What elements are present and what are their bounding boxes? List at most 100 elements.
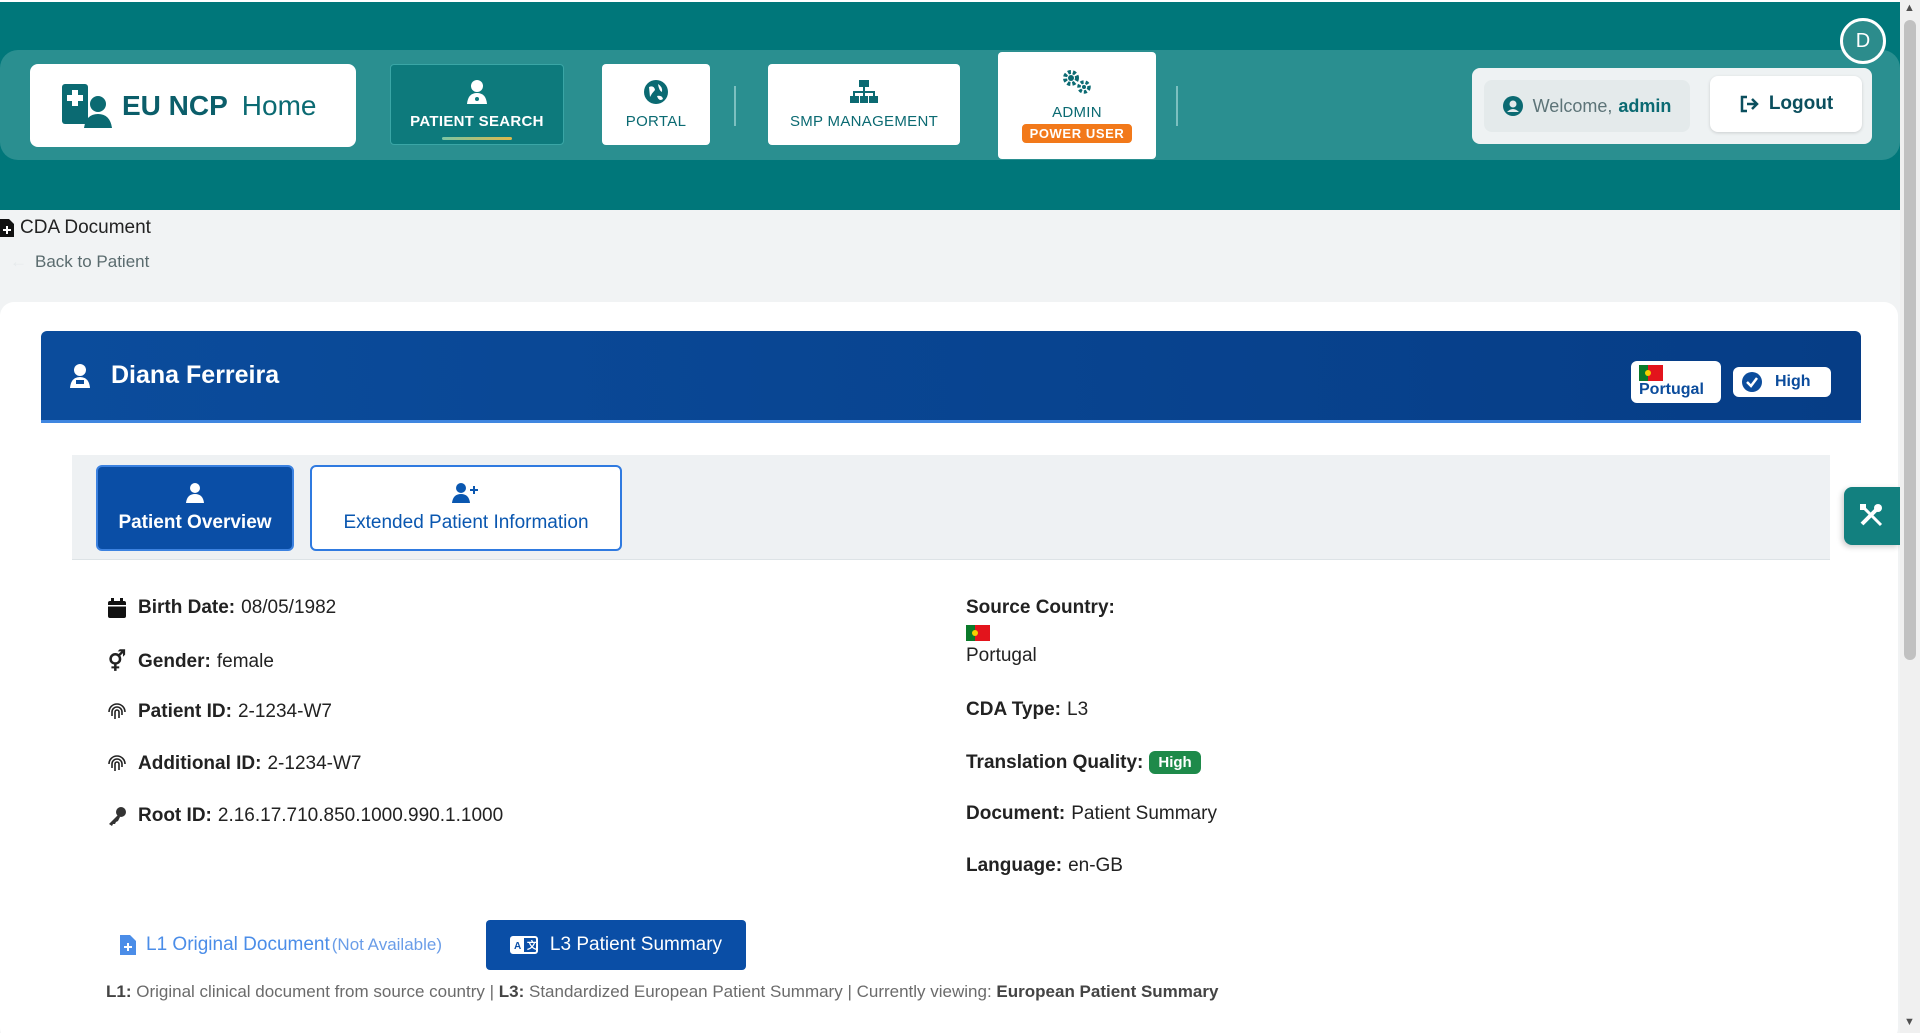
translation-quality-label: Translation Quality:	[966, 751, 1144, 773]
additional-id-value: 2-1234-W7	[267, 753, 362, 774]
brand-home-link[interactable]: EU NCP Home	[30, 64, 356, 147]
page-scrollbar[interactable]: ▲ ▼	[1900, 0, 1920, 1033]
portugal-flag-icon	[1639, 365, 1663, 381]
document-row: Document: Patient Summary	[966, 803, 1217, 825]
document-label: Document:	[966, 803, 1066, 824]
user-panel: Welcome, admin Logout	[1472, 68, 1872, 144]
birth-date-row: Birth Date: 08/05/1982	[104, 597, 336, 619]
hospital-user-icon	[62, 83, 112, 128]
gender-label: Gender:	[138, 650, 211, 672]
root-id-label: Root ID:	[138, 805, 212, 826]
tab-extended-label: Extended Patient Information	[343, 512, 589, 533]
source-country-value: Portugal	[966, 645, 1037, 666]
nav-divider	[734, 86, 736, 126]
country-badge: Portugal	[1631, 361, 1721, 403]
nav-portal[interactable]: PORTAL	[602, 64, 710, 145]
tab-patient-overview[interactable]: Patient Overview	[96, 465, 294, 551]
welcome-prefix: Welcome,	[1532, 95, 1613, 116]
patient-tabs: Patient Overview Extended Patient Inform…	[72, 455, 1830, 560]
scrollbar-thumb[interactable]	[1904, 20, 1916, 660]
avatar[interactable]: D	[1840, 18, 1886, 64]
file-medical-icon	[120, 935, 136, 955]
top-header: EU NCP Home PATIENT SEARCH PORTAL SMP MA…	[0, 0, 1900, 210]
sitemap-icon	[850, 80, 878, 103]
nav-portal-label: PORTAL	[625, 113, 687, 130]
patient-id-value: 2-1234-W7	[237, 701, 332, 722]
cda-type-label: CDA Type:	[966, 699, 1061, 720]
power-user-badge: POWER USER	[1020, 122, 1134, 144]
nav-smp-management[interactable]: SMP MANAGEMENT	[768, 64, 960, 145]
tab-patient-overview-label: Patient Overview	[118, 512, 272, 533]
language-value: en-GB	[1068, 855, 1123, 876]
tools-button[interactable]	[1844, 487, 1900, 545]
language-row: Language: en-GB	[966, 855, 1123, 877]
legend-current: European Patient Summary	[996, 982, 1219, 1001]
active-underline	[442, 137, 512, 140]
l3-tab-label: L3 Patient Summary	[549, 934, 723, 955]
legend-l1-text: Original clinical document from source c…	[136, 982, 495, 1001]
l1-original-document-tab[interactable]: L1 Original Document (Not Available)	[120, 920, 442, 970]
quality-badge-label: High	[1775, 373, 1811, 390]
user-plus-icon	[452, 483, 478, 503]
nav-divider	[1176, 86, 1178, 126]
root-id-row: Root ID: 2.16.17.710.850.1000.990.1.1000	[104, 805, 503, 827]
logout-button[interactable]: Logout	[1710, 76, 1862, 132]
check-circle-icon	[1742, 372, 1762, 392]
patient-id-row: Patient ID: 2-1234-W7	[104, 701, 332, 723]
legend-l1-key: L1:	[106, 982, 132, 1001]
user-doctor-icon	[467, 80, 487, 104]
root-id-value: 2.16.17.710.850.1000.990.1.1000	[217, 805, 504, 826]
page-title-text: CDA Document	[20, 217, 151, 238]
l1-tab-label: L1 Original Document	[146, 934, 330, 955]
fingerprint-icon	[104, 754, 130, 774]
gears-icon	[1063, 69, 1091, 94]
user-injured-icon	[70, 363, 90, 388]
patient-id-label: Patient ID:	[138, 701, 232, 722]
user-circle-icon	[1502, 96, 1523, 116]
source-country-row: Source Country: Portugal	[966, 597, 1121, 667]
welcome-username: admin	[1618, 95, 1672, 116]
back-label: Back to Patient	[35, 252, 150, 271]
patient-name: Diana Ferreira	[111, 361, 280, 389]
document-value: Patient Summary	[1071, 803, 1217, 824]
nav-admin[interactable]: ADMIN POWER USER	[998, 52, 1156, 159]
l3-patient-summary-tab[interactable]: A 文 L3 Patient Summary	[486, 920, 746, 970]
arrow-left-icon: ←	[10, 252, 27, 271]
legend-l3-text: Standardized European Patient Summary | …	[528, 982, 992, 1001]
additional-id-row: Additional ID: 2-1234-W7	[104, 753, 361, 775]
file-medical-icon	[0, 219, 14, 237]
key-icon	[104, 806, 130, 826]
additional-id-label: Additional ID:	[138, 753, 262, 774]
back-to-patient-link[interactable]: ← Back to Patient	[10, 252, 149, 272]
l1-tab-note: (Not Available)	[331, 935, 443, 954]
quality-badge: High	[1733, 367, 1831, 397]
source-country-label: Source Country:	[966, 597, 1115, 618]
cda-type-row: CDA Type: L3	[966, 699, 1088, 721]
nav-patient-search-label: PATIENT SEARCH	[410, 113, 544, 130]
birth-date-label: Birth Date:	[138, 597, 236, 618]
nav-smp-management-label: SMP MANAGEMENT	[789, 113, 939, 130]
fingerprint-icon	[104, 702, 130, 722]
gender-value: female	[216, 650, 274, 672]
cda-type-value: L3	[1067, 699, 1089, 720]
brand-ncp: EU NCP	[122, 89, 228, 121]
venus-mars-icon: ⚥	[107, 651, 127, 673]
calendar-icon	[104, 598, 130, 618]
translation-quality-row: Translation Quality: High	[966, 751, 1201, 774]
scroll-up-arrow-icon[interactable]: ▲	[1904, 2, 1915, 14]
translation-quality-badge: High	[1149, 751, 1201, 774]
language-icon: A 文	[509, 936, 538, 954]
user-icon	[186, 483, 204, 503]
portugal-flag-icon	[966, 625, 990, 641]
tools-icon	[1860, 504, 1883, 527]
page-title: CDA Document	[0, 217, 151, 239]
scroll-down-arrow-icon[interactable]: ▼	[1904, 1016, 1915, 1028]
nav-patient-search[interactable]: PATIENT SEARCH	[390, 64, 564, 145]
svg-text:A: A	[514, 941, 521, 952]
brand-home: Home	[241, 89, 317, 121]
sign-out-icon	[1740, 95, 1759, 113]
legend-l3-key: L3:	[498, 982, 525, 1001]
country-badge-label: Portugal	[1639, 381, 1704, 398]
tab-extended-patient-information[interactable]: Extended Patient Information	[310, 465, 622, 551]
svg-text:文: 文	[527, 939, 538, 952]
